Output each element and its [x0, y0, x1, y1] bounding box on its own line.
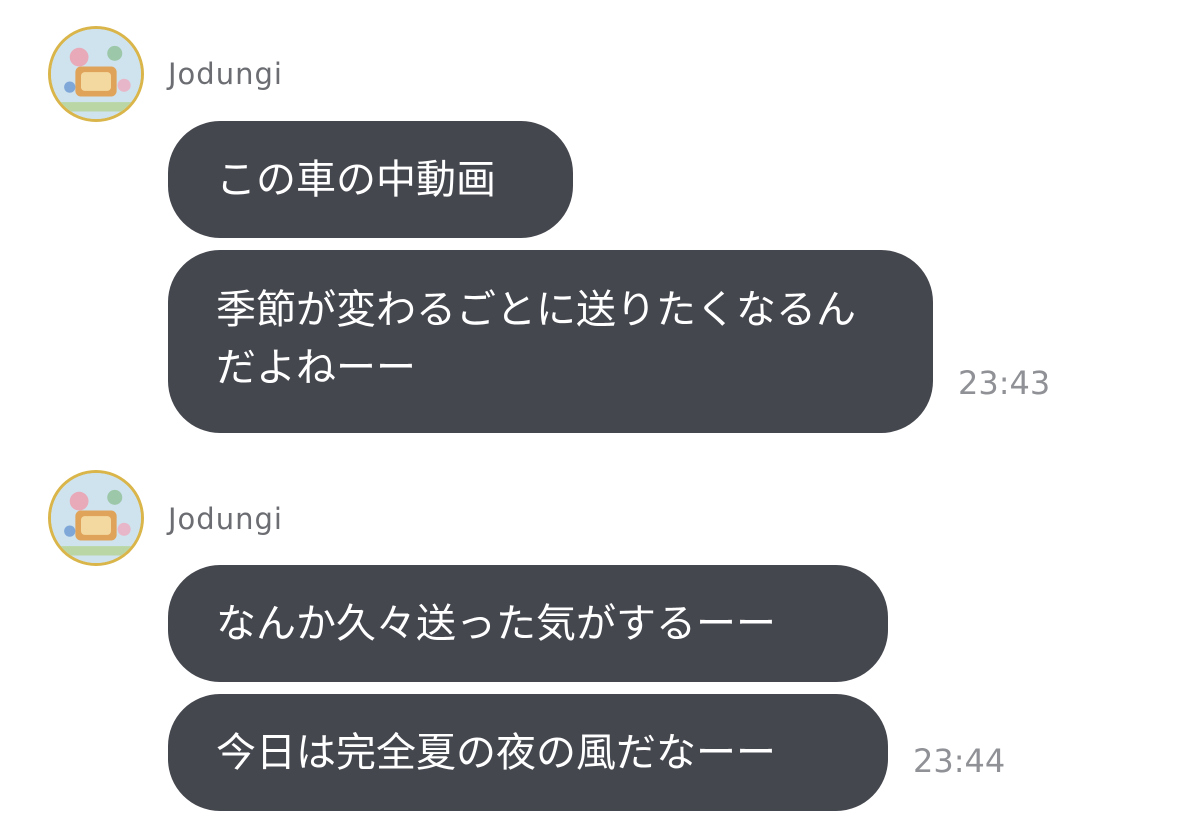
message-bubble[interactable]: この車の中動画 [168, 121, 573, 238]
sender-name: Jodungi [168, 502, 283, 536]
message-text: この車の中動画 [216, 156, 496, 203]
avatar-image-icon [51, 29, 141, 119]
message-bubble[interactable]: 季節が変わるごとに送りたくなるんだよねーー [168, 250, 933, 433]
avatar[interactable] [48, 26, 144, 122]
message-text: 今日は完全夏の夜の風だなーー [216, 729, 776, 776]
message-timestamp: 23:43 [958, 364, 1051, 402]
message-bubble[interactable]: 今日は完全夏の夜の風だなーー [168, 694, 888, 811]
avatar[interactable] [48, 470, 144, 566]
message-text: なんか久々送った気がするーー [216, 600, 776, 647]
sender-name: Jodungi [168, 57, 283, 91]
avatar-image-icon [51, 473, 141, 563]
message-text: 季節が変わるごとに送りたくなるんだよねーー [216, 287, 856, 391]
message-bubble[interactable]: なんか久々送った気がするーー [168, 565, 888, 682]
message-timestamp: 23:44 [913, 742, 1006, 780]
